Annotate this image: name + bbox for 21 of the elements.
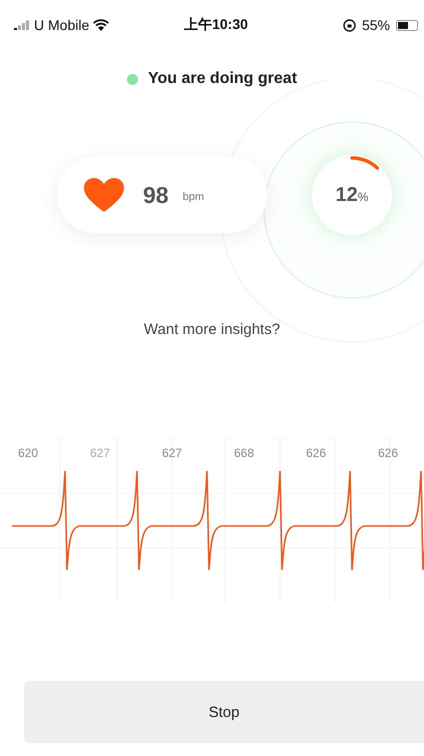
rr-interval-label: 668 [234,446,256,460]
rr-interval-label: 626 [378,446,400,460]
battery-percent: 55% [362,17,390,33]
signal-icon [14,20,30,30]
heart-rate-unit: bpm [182,191,204,203]
stop-button[interactable]: Stop [24,681,424,743]
heart-rate-value: 98 [143,182,169,208]
rr-interval-label: 620 [18,446,40,460]
carrier-name: U Mobile [34,17,90,33]
progress-percent: 12% [336,184,368,206]
battery-icon [396,20,418,30]
rr-interval-label: 627 [90,446,112,460]
wifi-icon [93,19,110,31]
status-message: You are doing great [148,70,298,88]
clock-time: 上午10:30 [184,16,248,34]
progress-arc [350,156,380,170]
rr-interval-label: 627 [162,446,184,460]
insights-link[interactable]: Want more insights? [144,321,280,338]
rr-interval-label: 626 [306,446,328,460]
heart-icon [83,177,125,213]
rotation-lock-icon [342,18,356,32]
